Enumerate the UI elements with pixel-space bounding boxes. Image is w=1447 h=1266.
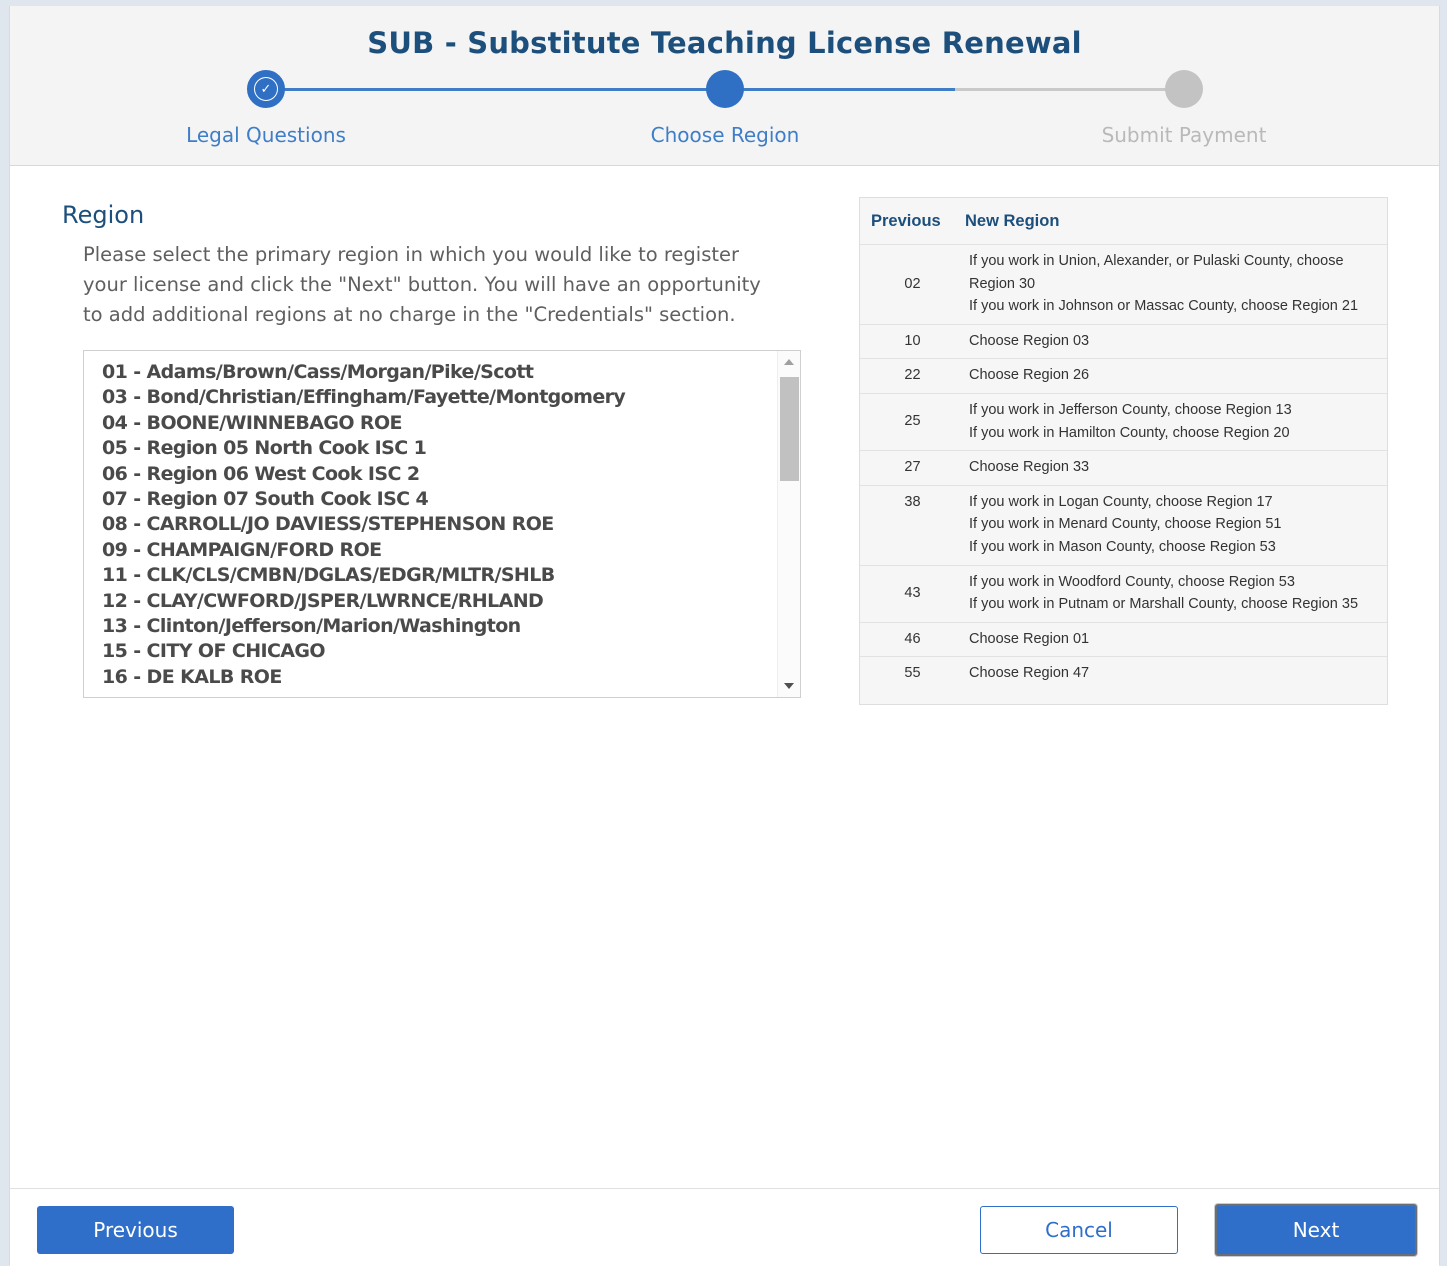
region-option[interactable]: 11 - CLK/CLS/CMBN/DGLAS/EDGR/MLTR/SHLB <box>102 563 800 588</box>
new-region-line: Choose Region 26 <box>969 367 1090 384</box>
progress-track-complete <box>265 88 955 91</box>
new-region-cell: Choose Region 01 <box>965 621 1387 657</box>
new-region-line: Choose Region 47 <box>969 665 1090 682</box>
new-region-cell: If you work in Woodford County, choose R… <box>965 564 1387 623</box>
table-row: 02 If you work in Union, Alexander, or Pu… <box>860 244 1387 325</box>
column-header-previous: Previous <box>871 211 941 230</box>
new-region-line: If you work in Mason County, choose Regi… <box>969 538 1276 555</box>
region-heading: Region <box>62 201 145 229</box>
new-region-line: If you work in Logan County, choose Regi… <box>969 493 1273 510</box>
region-option[interactable]: 06 - Region 06 West Cook ISC 2 <box>102 462 800 487</box>
table-row: 43 If you work in Woodford County, choose… <box>860 564 1387 623</box>
table-row: 38 If you work in Logan County, choose Re… <box>860 484 1387 566</box>
previous-region-cell: 10 <box>860 323 965 359</box>
new-region-line: If you work in Hamilton County, choose R… <box>969 424 1290 441</box>
new-region-line: If you work in Jefferson County, choose … <box>969 401 1292 418</box>
new-region-line: Choose Region 33 <box>969 459 1090 476</box>
region-option[interactable]: 16 - DE KALB ROE <box>102 665 800 690</box>
listbox-scrollbar[interactable] <box>777 351 800 697</box>
new-region-line: If you work in Putnam or Marshall County… <box>969 596 1359 613</box>
next-button[interactable]: Next <box>1215 1204 1417 1256</box>
previous-region-cell: 55 <box>860 656 965 691</box>
wizard-header: SUB - Substitute Teaching License Renewa… <box>10 6 1439 166</box>
step-legal-questions-indicator[interactable]: ✓ <box>247 70 285 108</box>
renewal-dialog: SUB - Substitute Teaching License Renewa… <box>9 6 1440 1266</box>
region-option[interactable]: 04 - BOONE/WINNEBAGO ROE <box>102 411 800 436</box>
step-label-choose-region: Choose Region <box>650 123 800 147</box>
region-option[interactable]: 05 - Region 05 North Cook ISC 1 <box>102 436 800 461</box>
step-submit-payment-indicator <box>1165 70 1203 108</box>
previous-region-cell: 27 <box>860 450 965 486</box>
new-region-cell: If you work in Union, Alexander, or Pula… <box>965 244 1387 325</box>
region-mapping-table: Previous New Region 02 If you work in Uni… <box>859 197 1388 705</box>
table-row: 55 Choose Region 47 <box>860 656 1387 691</box>
table-row: 27 Choose Region 33 <box>860 450 1387 486</box>
new-region-line: If you work in Union, Alexander, or Pula… <box>969 253 1344 292</box>
previous-region-cell: 02 <box>860 244 965 325</box>
region-option[interactable]: 08 - CARROLL/JO DAVIESS/STEPHENSON ROE <box>102 512 800 537</box>
previous-region-cell: 43 <box>860 564 965 623</box>
scroll-thumb[interactable] <box>780 377 799 481</box>
page-title: SUB - Substitute Teaching License Renewa… <box>367 26 1082 60</box>
new-region-cell: Choose Region 33 <box>965 450 1387 486</box>
step-label-legal-questions[interactable]: Legal Questions <box>116 123 416 147</box>
region-listbox[interactable]: 01 - Adams/Brown/Cass/Morgan/Pike/Scott 0… <box>83 350 801 698</box>
new-region-cell: Choose Region 26 <box>965 358 1387 394</box>
region-option[interactable]: 09 - CHAMPAIGN/FORD ROE <box>102 538 800 563</box>
previous-region-cell: 22 <box>860 358 965 394</box>
dialog-footer: Previous Cancel Next <box>10 1188 1439 1266</box>
scroll-down-arrow-icon[interactable] <box>784 683 794 689</box>
progress-track-pending <box>955 88 1185 91</box>
previous-region-cell: 38 <box>860 484 965 566</box>
new-region-line: If you work in Woodford County, choose R… <box>969 573 1295 590</box>
region-option[interactable]: 15 - CITY OF CHICAGO <box>102 639 800 664</box>
new-region-line: Choose Region 01 <box>969 630 1090 647</box>
previous-region-cell: 46 <box>860 621 965 657</box>
new-region-line: If you work in Menard County, choose Reg… <box>969 516 1282 533</box>
region-option[interactable]: 12 - CLAY/CWFORD/JSPER/LWRNCE/RHLAND <box>102 589 800 614</box>
step-choose-region-indicator <box>706 70 744 108</box>
new-region-line: If you work in Johnson or Massac County,… <box>969 298 1359 315</box>
new-region-cell: Choose Region 47 <box>965 656 1387 691</box>
new-region-cell: Choose Region 03 <box>965 323 1387 359</box>
table-row: 46 Choose Region 01 <box>860 621 1387 657</box>
table-row: 25 If you work in Jefferson County, choos… <box>860 392 1387 451</box>
new-region-line: Choose Region 03 <box>969 332 1090 349</box>
checkmark-icon: ✓ <box>255 78 277 100</box>
table-row: 22 Choose Region 26 <box>860 358 1387 394</box>
region-instructions: Please select the primary region in whic… <box>83 243 761 326</box>
new-region-cell: If you work in Logan County, choose Regi… <box>965 484 1387 566</box>
region-option[interactable]: 01 - Adams/Brown/Cass/Morgan/Pike/Scott <box>102 360 800 385</box>
previous-region-cell: 25 <box>860 392 965 451</box>
region-options: 01 - Adams/Brown/Cass/Morgan/Pike/Scott 0… <box>84 351 800 690</box>
region-option[interactable]: 13 - Clinton/Jefferson/Marion/Washington <box>102 614 800 639</box>
cancel-button[interactable]: Cancel <box>980 1206 1178 1254</box>
column-header-new-region: New Region <box>965 211 1060 230</box>
scroll-up-arrow-icon[interactable] <box>784 359 794 365</box>
new-region-cell: If you work in Jefferson County, choose … <box>965 392 1387 451</box>
region-option[interactable]: 07 - Region 07 South Cook ISC 4 <box>102 487 800 512</box>
previous-button[interactable]: Previous <box>37 1206 234 1254</box>
table-row: 10 Choose Region 03 <box>860 323 1387 359</box>
step-label-submit-payment: Submit Payment <box>1101 123 1267 147</box>
region-option[interactable]: 03 - Bond/Christian/Effingham/Fayette/Mo… <box>102 385 800 410</box>
